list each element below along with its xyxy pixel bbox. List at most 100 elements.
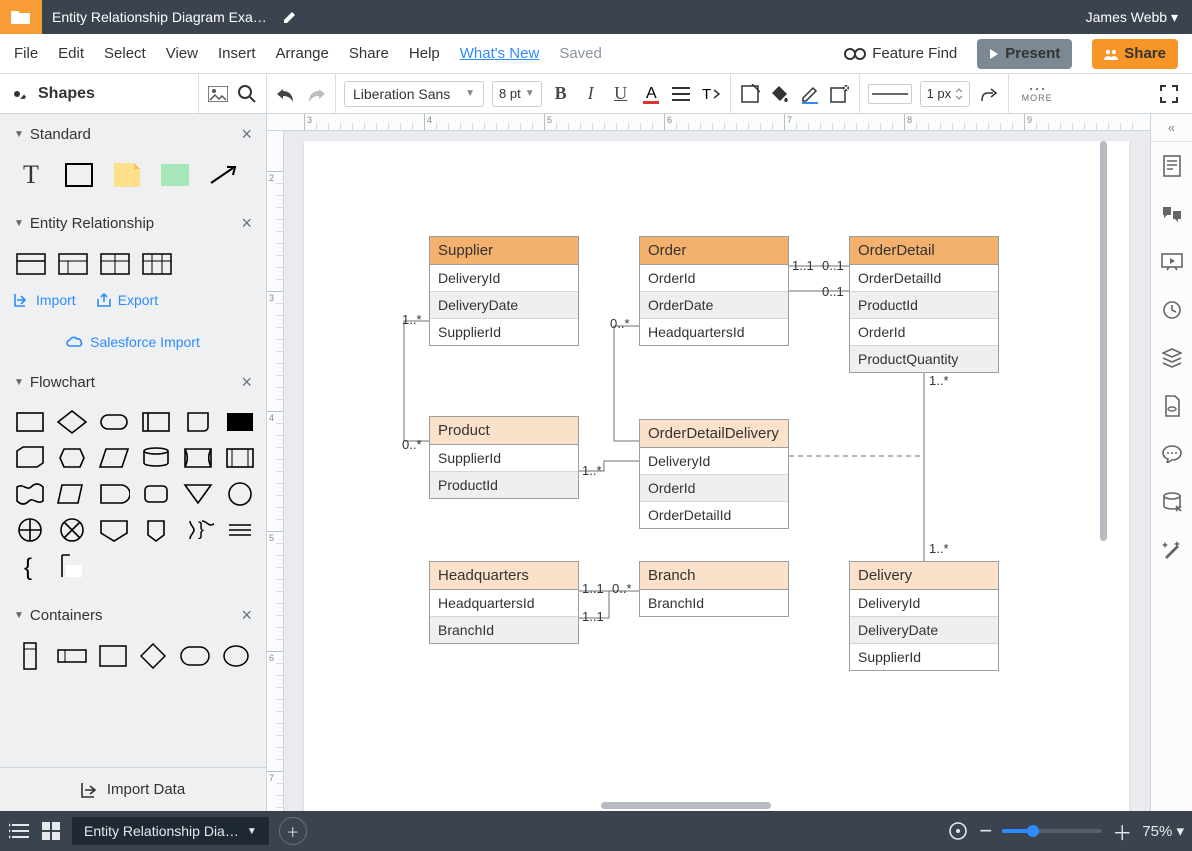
entity-field[interactable]: OrderDetailId [640,502,788,528]
entity-orderdetaildelivery[interactable]: OrderDetailDeliveryDeliveryIdOrderIdOrde… [639,419,789,529]
outline-icon[interactable] [8,820,30,842]
container-1[interactable] [16,642,45,670]
entity-field[interactable]: DeliveryId [640,448,788,475]
line-options-icon[interactable] [978,83,1000,105]
close-icon[interactable]: × [241,372,252,393]
menu-insert[interactable]: Insert [218,45,256,62]
italic-icon[interactable]: I [580,83,602,105]
entity-field[interactable]: HeadquartersId [430,590,578,617]
section-containers[interactable]: ▼ Containers × [0,595,266,636]
chat-icon[interactable] [1151,430,1192,478]
font-select[interactable]: Liberation Sans ▼ [344,81,484,107]
entity-field[interactable]: OrderId [640,265,788,292]
entity-field[interactable]: ProductId [430,472,578,498]
close-icon[interactable]: × [241,124,252,145]
zoom-out-icon[interactable]: − [979,818,992,844]
shape-options-icon[interactable] [829,83,851,105]
flowchart-shape-25[interactable] [54,551,90,581]
flowchart-shape-23[interactable] [222,515,258,545]
magic-icon[interactable] [1151,526,1192,574]
entity-branch[interactable]: BranchBranchId [639,561,789,617]
fullscreen-icon[interactable] [1158,83,1180,105]
comments-icon[interactable] [1151,190,1192,238]
folder-icon[interactable] [0,0,42,34]
entity-field[interactable]: OrderDetailId [850,265,998,292]
entity-field[interactable]: SupplierId [430,319,578,345]
entity-field[interactable]: BranchId [640,590,788,616]
page-tab[interactable]: Entity Relationship Dia… ▼ [72,817,269,845]
menu-help[interactable]: Help [409,45,440,62]
gear-icon[interactable] [8,85,26,103]
flowchart-shape-8[interactable] [96,443,132,473]
entity-field[interactable]: SupplierId [850,644,998,670]
container-4[interactable] [139,642,168,670]
flowchart-shape-3[interactable] [138,407,174,437]
flowchart-shape-2[interactable] [96,407,132,437]
flowchart-shape-14[interactable] [96,479,132,509]
section-standard[interactable]: ▼ Standard × [0,114,266,155]
menu-view[interactable]: View [166,45,198,62]
section-flowchart[interactable]: ▼ Flowchart × [0,362,266,403]
flowchart-shape-4[interactable] [180,407,216,437]
er-shape-1[interactable] [16,250,46,278]
redo-icon[interactable] [305,83,327,105]
layers-icon[interactable] [1151,334,1192,382]
text-color-icon[interactable]: A [640,83,662,105]
entity-header[interactable]: Branch [640,562,788,590]
flowchart-shape-5[interactable] [222,407,258,437]
entity-delivery[interactable]: DeliveryDeliveryIdDeliveryDateSupplierId [849,561,999,671]
align-icon[interactable] [670,83,692,105]
flowchart-shape-16[interactable] [180,479,216,509]
diagram-page[interactable]: SupplierDeliveryIdDeliveryDateSupplierId… [304,141,1129,811]
entity-header[interactable]: OrderDetailDelivery [640,420,788,448]
entity-supplier[interactable]: SupplierDeliveryIdDeliveryDateSupplierId [429,236,579,346]
zoom-value[interactable]: 75% ▾ [1142,822,1184,840]
menu-arrange[interactable]: Arrange [276,45,329,62]
flowchart-shape-15[interactable] [138,479,174,509]
flowchart-shape-24[interactable]: { [12,551,48,581]
er-import[interactable]: Import [14,292,76,308]
er-salesforce-import[interactable]: Salesforce Import [14,328,252,350]
flowchart-shape-1[interactable] [54,407,90,437]
entity-field[interactable]: ProductQuantity [850,346,998,372]
grid-icon[interactable] [40,820,62,842]
bold-icon[interactable]: B [550,83,572,105]
flowchart-shape-17[interactable] [222,479,258,509]
er-shape-3[interactable] [100,250,130,278]
user-menu[interactable]: James Webb ▾ [1072,9,1192,26]
close-icon[interactable]: × [241,605,252,626]
entity-field[interactable]: OrderId [640,475,788,502]
shape-arrow[interactable] [208,161,238,189]
more-button[interactable]: ⋯ MORE [1017,85,1057,103]
flowchart-shape-0[interactable] [12,407,48,437]
entity-field[interactable]: OrderId [850,319,998,346]
canvas[interactable]: SupplierDeliveryIdDeliveryDateSupplierId… [284,131,1150,811]
er-shape-2[interactable] [58,250,88,278]
database-icon[interactable] [1151,478,1192,526]
entity-field[interactable]: OrderDate [640,292,788,319]
image-icon[interactable] [207,83,229,105]
flowchart-shape-20[interactable] [96,515,132,545]
entity-order[interactable]: OrderOrderIdOrderDateHeadquartersId [639,236,789,346]
rename-icon[interactable] [277,10,303,24]
border-color-icon[interactable] [799,83,821,105]
search-icon[interactable] [237,83,259,105]
flowchart-shape-18[interactable] [12,515,48,545]
entity-header[interactable]: Headquarters [430,562,578,590]
line-style-select[interactable] [868,84,912,104]
entity-field[interactable]: SupplierId [430,445,578,472]
history-icon[interactable] [1151,286,1192,334]
menu-whatsnew[interactable]: What's New [460,45,540,62]
entity-field[interactable]: HeadquartersId [640,319,788,345]
section-er[interactable]: ▼ Entity Relationship × [0,203,266,244]
horizontal-scrollbar[interactable] [301,799,1095,811]
entity-field[interactable]: DeliveryDate [850,617,998,644]
underline-icon[interactable]: U [610,83,632,105]
menu-file[interactable]: File [14,45,38,62]
present-button[interactable]: Present [977,39,1072,69]
entity-field[interactable]: DeliveryDate [430,292,578,319]
entity-header[interactable]: Order [640,237,788,265]
entity-orderdetail[interactable]: OrderDetailOrderDetailIdProductIdOrderId… [849,236,999,373]
zoom-slider[interactable] [1002,829,1102,833]
flowchart-shape-9[interactable] [138,443,174,473]
